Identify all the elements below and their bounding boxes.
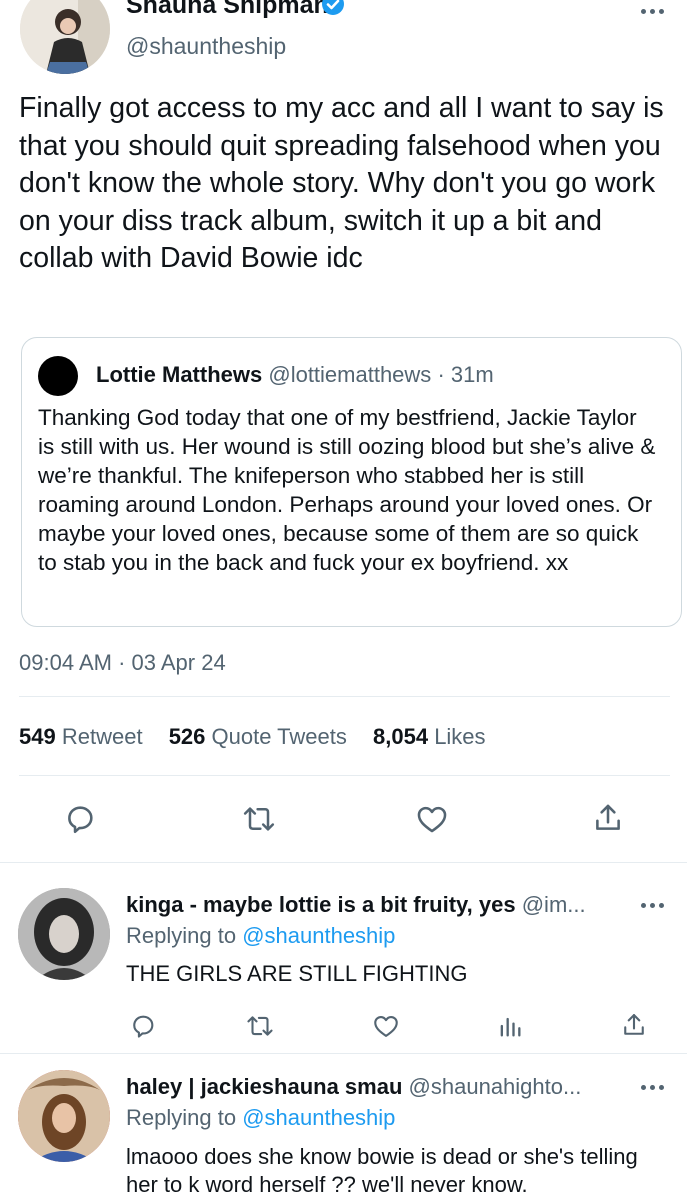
- like-label: Likes: [434, 724, 486, 749]
- quoted-tweet[interactable]: Lottie Matthews @lottiematthews · 31m Th…: [21, 337, 682, 627]
- like-stat[interactable]: 8,054 Likes: [373, 724, 486, 749]
- analytics-icon[interactable]: [496, 1012, 524, 1040]
- tweet-text: Finally got access to my acc and all I w…: [19, 92, 664, 274]
- quoted-avatar: [38, 356, 78, 396]
- reply-avatar[interactable]: [18, 888, 110, 980]
- like-icon[interactable]: [371, 1012, 401, 1040]
- reply-avatar[interactable]: [18, 1070, 110, 1162]
- tweet-timestamp[interactable]: 09:04 AM · 03 Apr 24: [19, 649, 226, 677]
- replying-to-handle[interactable]: @shauntheship: [242, 923, 395, 948]
- more-icon[interactable]: [641, 1085, 664, 1090]
- reply-author-handle[interactable]: @im...: [522, 892, 586, 917]
- quote-stat[interactable]: 526 Quote Tweets: [169, 724, 353, 749]
- quoted-author-name: Lottie Matthews: [96, 362, 263, 387]
- like-count: 8,054: [373, 724, 429, 749]
- replying-to-label: Replying to: [126, 1105, 237, 1130]
- reply-author-name[interactable]: kinga - maybe lottie is a bit fruity, ye…: [126, 892, 516, 917]
- author-avatar[interactable]: [20, 0, 110, 74]
- retweet-icon[interactable]: [241, 802, 277, 836]
- reply-icon[interactable]: [129, 1012, 157, 1040]
- reply-text: lmaooo does she know bowie is dead or sh…: [126, 1144, 638, 1197]
- share-icon[interactable]: [591, 800, 625, 836]
- retweet-stat[interactable]: 549 Retweet: [19, 724, 149, 749]
- replying-to-handle[interactable]: @shauntheship: [242, 1105, 395, 1130]
- tweet-stats: 549 Retweet 526 Quote Tweets 8,054 Likes: [19, 723, 486, 751]
- divider: [0, 862, 687, 863]
- share-icon[interactable]: [620, 1011, 648, 1039]
- reply-author-name[interactable]: haley | jackieshauna smau: [126, 1074, 402, 1099]
- author-name[interactable]: Shauna Shipman: [126, 0, 329, 19]
- divider: [0, 1053, 687, 1054]
- reply-icon[interactable]: [63, 802, 97, 836]
- divider: [19, 775, 670, 776]
- replying-to-label: Replying to: [126, 923, 237, 948]
- more-icon[interactable]: [641, 903, 664, 908]
- quoted-text: Thanking God today that one of my bestfr…: [38, 405, 656, 575]
- reply-text: THE GIRLS ARE STILL FIGHTING: [126, 961, 468, 986]
- quoted-author-handle: @lottiematthews: [268, 362, 432, 387]
- quoted-time: · 31m: [437, 362, 494, 387]
- verified-badge-icon: [321, 0, 345, 16]
- quote-count: 526: [168, 724, 206, 749]
- more-icon[interactable]: [641, 9, 664, 14]
- retweet-label: Retweet: [61, 724, 143, 749]
- reply-author-handle[interactable]: @shaunahighto...: [409, 1074, 582, 1099]
- retweet-icon[interactable]: [245, 1012, 275, 1040]
- quote-label: Quote Tweets: [211, 724, 347, 749]
- like-icon[interactable]: [414, 802, 450, 836]
- divider: [19, 696, 670, 697]
- author-handle[interactable]: @shauntheship: [126, 32, 286, 60]
- retweet-count: 549: [19, 724, 56, 749]
